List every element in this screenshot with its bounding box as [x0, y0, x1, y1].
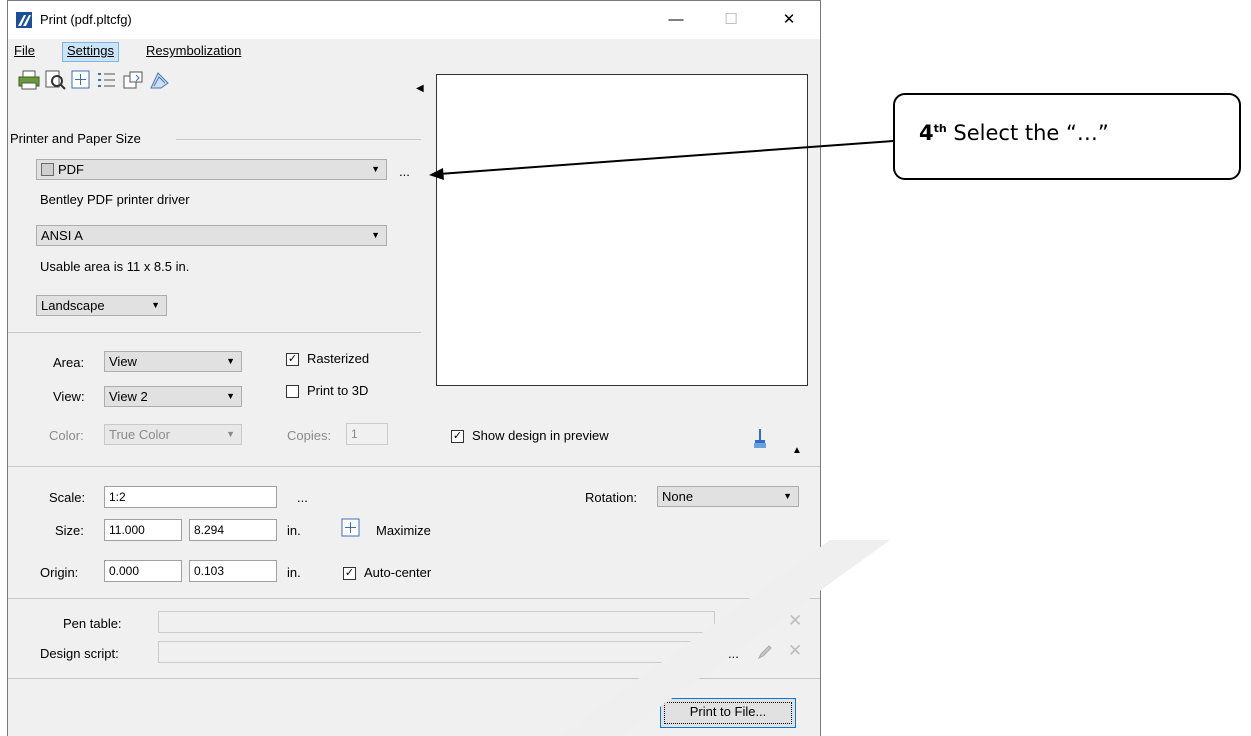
rotation-value: None — [662, 489, 694, 504]
area-combo[interactable]: View ▼ — [104, 351, 242, 372]
section-divider — [8, 332, 421, 333]
scale-input[interactable]: 1:2 — [104, 486, 277, 508]
chevron-down-icon: ▼ — [371, 164, 380, 174]
printer-browse-button[interactable]: ... — [399, 164, 410, 179]
size-width-input[interactable]: 11.000 — [104, 519, 182, 541]
fit-area-icon[interactable] — [70, 69, 92, 91]
chevron-down-icon: ▼ — [371, 230, 380, 240]
printer-value: PDF — [58, 162, 84, 177]
chevron-down-icon: ▼ — [226, 356, 235, 366]
brush-icon[interactable] — [752, 429, 768, 449]
section-divider — [8, 466, 820, 467]
section-divider — [176, 139, 421, 140]
origin-label: Origin: — [40, 565, 79, 580]
rotation-combo[interactable]: None ▼ — [657, 486, 799, 507]
area-value: View — [109, 354, 137, 369]
area-label: Area: — [53, 355, 85, 370]
design-script-label: Design script: — [40, 646, 119, 661]
menu-settings[interactable]: Settings — [62, 42, 119, 62]
auto-center-label: Auto-center — [364, 565, 432, 580]
orientation-combo[interactable]: Landscape ▼ — [36, 295, 167, 316]
copies-label: Copies: — [287, 428, 332, 443]
printer-combo[interactable]: PDF ▼ — [36, 159, 387, 180]
origin-x-input[interactable]: 0.000 — [104, 560, 182, 582]
menu-file[interactable]: File — [10, 42, 39, 60]
copies-input: 1 — [346, 423, 388, 445]
print-to-3d-checkbox[interactable] — [286, 385, 299, 398]
callout-text: 4th Select the “…” — [919, 121, 1109, 145]
print-to-3d-label: Print to 3D — [307, 383, 369, 398]
origin-y-input[interactable]: 0.103 — [189, 560, 277, 582]
close-button[interactable]: ✕ — [766, 9, 812, 33]
chevron-down-icon: ▼ — [226, 429, 235, 439]
title-bar: Print (pdf.pltcfg) — ☐ ✕ — [8, 1, 820, 39]
collapse-toolbar-arrow-icon[interactable]: ◀ — [416, 83, 424, 94]
rasterized-checkbox[interactable]: ✓ — [286, 353, 299, 366]
callout-step-number: 4 — [919, 121, 934, 145]
minimize-button[interactable]: — — [653, 9, 699, 33]
view-label: View: — [53, 389, 85, 404]
orientation-value: Landscape — [41, 298, 105, 313]
color-value: True Color — [109, 427, 170, 442]
scale-label: Scale: — [49, 490, 86, 505]
callout-step-suffix: th — [933, 122, 947, 135]
callout-instruction: Select the “…” — [946, 121, 1109, 145]
print-preview-area — [436, 74, 808, 386]
watermark-stroke — [560, 540, 890, 736]
maximize-label[interactable]: Maximize — [376, 523, 431, 538]
size-unit: in. — [287, 523, 301, 538]
rasterized-label: Rasterized — [307, 351, 370, 366]
color-label: Color: — [49, 428, 84, 443]
page-setup-icon[interactable] — [122, 69, 144, 91]
view-value: View 2 — [109, 389, 148, 404]
chevron-down-icon: ▼ — [226, 391, 235, 401]
scale-browse-button[interactable]: ... — [297, 490, 308, 505]
driver-text: Bentley PDF printer driver — [40, 192, 190, 207]
preview-zoom-icon[interactable] — [44, 69, 66, 91]
paper-size-value: ANSI A — [41, 228, 83, 243]
menu-resymbolization[interactable]: Resymbolization — [142, 42, 245, 60]
callout-arrow — [429, 140, 894, 180]
pen-table-label: Pen table: — [63, 616, 122, 631]
maximize-icon[interactable] — [341, 518, 361, 538]
print-style-icon[interactable] — [148, 69, 170, 91]
menu-bar: File Settings Resymbolization — [8, 39, 820, 65]
paper-size-combo[interactable]: ANSI A ▼ — [36, 225, 387, 246]
window-title: Print (pdf.pltcfg) — [40, 12, 132, 27]
list-icon[interactable] — [96, 69, 118, 91]
show-design-label: Show design in preview — [472, 428, 609, 443]
view-combo[interactable]: View 2 ▼ — [104, 386, 242, 407]
printer-icon[interactable] — [18, 69, 40, 91]
color-combo: True Color ▼ — [104, 424, 242, 445]
auto-center-checkbox[interactable]: ✓ — [343, 567, 356, 580]
app-logo-icon — [16, 12, 32, 28]
expand-up-arrow-icon[interactable]: ▲ — [792, 445, 802, 456]
maximize-button[interactable]: ☐ — [708, 9, 754, 33]
rotation-label: Rotation: — [585, 490, 638, 505]
size-label: Size: — [55, 523, 84, 538]
show-design-checkbox[interactable]: ✓ — [451, 430, 464, 443]
chevron-down-icon: ▼ — [783, 491, 792, 501]
usable-area-text: Usable area is 11 x 8.5 in. — [40, 259, 190, 274]
origin-unit: in. — [287, 565, 301, 580]
printer-section-heading: Printer and Paper Size — [10, 131, 141, 146]
chevron-down-icon: ▼ — [151, 300, 160, 310]
pdf-printer-icon — [41, 163, 54, 176]
size-height-input[interactable]: 8.294 — [189, 519, 277, 541]
